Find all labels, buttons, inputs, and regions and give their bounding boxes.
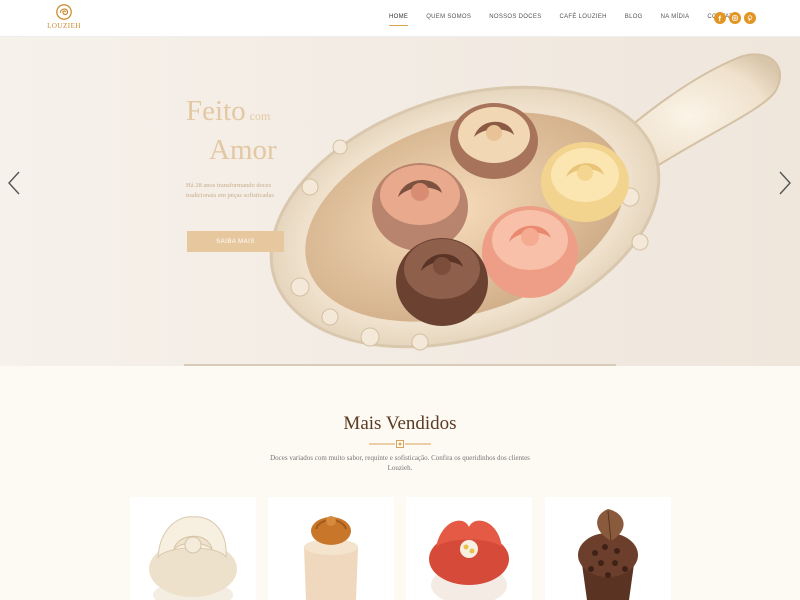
product-card[interactable]	[406, 497, 532, 600]
ornament-divider-icon	[369, 440, 431, 448]
hero-title-line1: Feito com	[186, 95, 270, 128]
nav-blog[interactable]: BLOG	[616, 14, 652, 20]
product-card[interactable]	[545, 497, 671, 600]
nav-home[interactable]: HOME	[380, 14, 417, 26]
white-rose-sweet-icon	[149, 516, 237, 600]
section-title: Mais Vendidos	[343, 413, 457, 434]
hero-subtitle: Há 28 anos transformando doces tradicion…	[186, 182, 274, 199]
hero-title-com: com	[249, 109, 271, 123]
nav-quem-somos[interactable]: QUEM SOMOS	[417, 14, 480, 20]
logo-text: LOUZIEH	[47, 22, 81, 30]
nav-na-midia[interactable]: NA MÍDIA	[652, 14, 699, 20]
logo-icon	[56, 4, 72, 20]
chevron-left-icon[interactable]	[6, 170, 22, 196]
product-card[interactable]	[268, 497, 394, 600]
hero-image	[269, 53, 781, 351]
social-links	[714, 12, 756, 24]
hero-title-feito: Feito	[186, 95, 246, 127]
facebook-icon[interactable]	[714, 12, 726, 24]
section-description: Doces variados com muito sabor, requinte…	[270, 454, 530, 472]
logo[interactable]: LOUZIEH	[44, 3, 84, 35]
red-flower-sweet-icon	[429, 520, 509, 600]
saiba-mais-button[interactable]: SAIBA MAIS	[187, 231, 284, 252]
nav-nossos-doces[interactable]: NOSSOS DOCES	[480, 14, 550, 20]
product-card[interactable]	[130, 497, 256, 600]
nav-cafe-louzieh[interactable]: CAFÉ LOUZIEH	[551, 14, 616, 20]
instagram-icon[interactable]	[729, 12, 741, 24]
hero-title-amor: Amor	[209, 134, 277, 166]
chevron-right-icon[interactable]	[777, 170, 793, 196]
bestsellers-section: Mais Vendidos Doces variados com muito s…	[0, 366, 800, 600]
site-header: LOUZIEH HOME QUEM SOMOS NOSSOS DOCES CAF…	[0, 0, 800, 37]
pinterest-icon[interactable]	[744, 12, 756, 24]
main-nav: HOME QUEM SOMOS NOSSOS DOCES CAFÉ LOUZIE…	[380, 14, 747, 26]
chocolate-leaf-sweet-icon	[578, 509, 638, 600]
caramel-cupcake-sweet-icon	[304, 516, 358, 600]
hero-slider: Feito com Amor Há 28 anos transformando d…	[0, 37, 800, 366]
